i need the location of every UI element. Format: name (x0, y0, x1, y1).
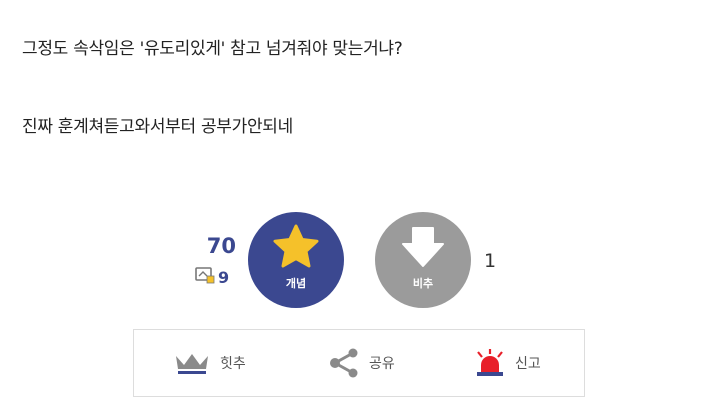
crown-icon (176, 354, 208, 374)
hit-recommend-label: 힛추 (220, 356, 246, 372)
downvote-count: 1 (484, 250, 497, 272)
comment-icon (195, 266, 215, 288)
comment-count: 9 (218, 267, 230, 287)
share-icon (330, 348, 358, 378)
share-button[interactable]: 공유 (327, 330, 395, 396)
post-text-line: 그정도 속삭임은 '유도리있게' 참고 넘겨줘야 맞는거냐? (22, 39, 403, 59)
recommend-label: 개념 (285, 277, 307, 290)
downvote-button[interactable]: 비추 (375, 212, 471, 308)
siren-icon (477, 349, 503, 376)
downvote-label: 비추 (412, 277, 434, 290)
post-text-line: 진짜 훈계쳐듣고와서부터 공부가안되네 (22, 117, 293, 137)
share-label: 공유 (369, 356, 395, 372)
comment-count-row: 9 (195, 266, 229, 288)
recommend-count: 70 (206, 234, 236, 258)
hit-recommend-button[interactable]: 힛추 (172, 330, 246, 396)
recommend-button[interactable]: 개념 (248, 212, 344, 308)
report-button[interactable]: 신고 (473, 330, 541, 396)
report-label: 신고 (515, 356, 541, 372)
star-icon (273, 224, 319, 268)
action-bar: 힛추 공유 신고 (133, 329, 585, 397)
arrow-down-icon (402, 227, 444, 267)
